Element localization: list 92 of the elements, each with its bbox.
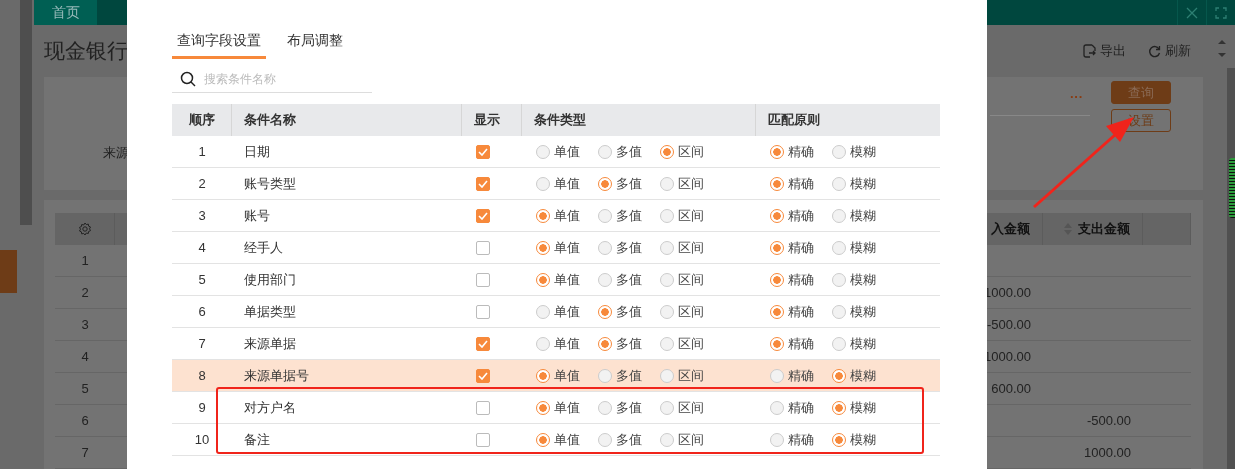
- radio-option[interactable]: 模糊: [832, 238, 894, 257]
- radio-option[interactable]: 多值: [598, 142, 660, 161]
- radio-option[interactable]: 精确: [770, 270, 832, 289]
- sidebar-item-marker: [0, 250, 17, 293]
- column-header: 顺序: [172, 104, 232, 136]
- row-number: 2: [55, 277, 115, 309]
- radio-option[interactable]: 模糊: [832, 366, 894, 385]
- scrollbar[interactable]: [1227, 68, 1235, 469]
- radio-option[interactable]: 模糊: [832, 174, 894, 193]
- close-icon[interactable]: [1186, 6, 1198, 19]
- export-icon: [1083, 44, 1096, 58]
- radio-option[interactable]: 区间: [660, 174, 722, 193]
- checkbox[interactable]: [476, 432, 490, 447]
- radio-option[interactable]: 单值: [536, 398, 598, 417]
- checkbox[interactable]: [476, 336, 490, 351]
- radio-option[interactable]: 区间: [660, 366, 722, 385]
- condition-name: 来源单据号: [232, 360, 462, 392]
- column-header: 显示: [462, 104, 522, 136]
- fullscreen-icon[interactable]: [1215, 6, 1227, 19]
- checkbox[interactable]: [476, 368, 490, 383]
- radio-option[interactable]: 区间: [660, 334, 722, 353]
- radio-option[interactable]: 单值: [536, 302, 598, 321]
- radio-option[interactable]: 区间: [660, 142, 722, 161]
- radio-option[interactable]: 精确: [770, 366, 832, 385]
- column-header: 支出金额: [1078, 220, 1130, 238]
- row-number: 4: [55, 341, 115, 373]
- radio-option[interactable]: 模糊: [832, 430, 894, 449]
- radio-option[interactable]: 多值: [598, 430, 660, 449]
- radio-option[interactable]: 多值: [598, 334, 660, 353]
- radio-option[interactable]: 多值: [598, 302, 660, 321]
- row-number: 1: [55, 245, 115, 277]
- radio-option[interactable]: 单值: [536, 238, 598, 257]
- radio-option[interactable]: 精确: [770, 430, 832, 449]
- radio-option[interactable]: 多值: [598, 174, 660, 193]
- row-number: 5: [55, 373, 115, 405]
- radio-option[interactable]: 区间: [660, 270, 722, 289]
- radio-option[interactable]: 单值: [536, 334, 598, 353]
- radio-option[interactable]: 精确: [770, 334, 832, 353]
- row-number: 7: [55, 437, 115, 469]
- radio-option[interactable]: 多值: [598, 238, 660, 257]
- radio-option[interactable]: 模糊: [832, 302, 894, 321]
- radio-option[interactable]: 模糊: [832, 206, 894, 225]
- refresh-icon: [1148, 44, 1161, 58]
- radio-option[interactable]: 精确: [770, 238, 832, 257]
- column-header: 条件名称: [232, 104, 462, 136]
- radio-option[interactable]: 精确: [770, 302, 832, 321]
- radio-option[interactable]: 单值: [536, 206, 598, 225]
- radio-option[interactable]: 区间: [660, 238, 722, 257]
- radio-option[interactable]: 区间: [660, 206, 722, 225]
- signal-meter-icon: [1229, 158, 1235, 218]
- dialog-tab[interactable]: 布局调整: [282, 28, 348, 59]
- radio-option[interactable]: 区间: [660, 398, 722, 417]
- radio-option[interactable]: 单值: [536, 142, 598, 161]
- column-header: 匹配原则: [756, 104, 940, 136]
- settings-icon[interactable]: [77, 222, 92, 236]
- radio-option[interactable]: 多值: [598, 270, 660, 289]
- radio-option[interactable]: 区间: [660, 430, 722, 449]
- table-cell: -500.00: [1043, 405, 1143, 437]
- radio-option[interactable]: 区间: [660, 302, 722, 321]
- checkbox[interactable]: [476, 240, 490, 255]
- table-cell: 1000.00: [1043, 437, 1143, 469]
- radio-option[interactable]: 多值: [598, 366, 660, 385]
- radio-option[interactable]: 模糊: [832, 270, 894, 289]
- radio-option[interactable]: 单值: [536, 366, 598, 385]
- page-tab[interactable]: 首页: [34, 0, 97, 25]
- scroll-arrows-icon[interactable]: [1217, 40, 1227, 58]
- checkbox[interactable]: [476, 208, 490, 223]
- page-title: 现金银行: [44, 38, 128, 64]
- radio-option[interactable]: 精确: [770, 174, 832, 193]
- radio-option[interactable]: 精确: [770, 206, 832, 225]
- radio-option[interactable]: 单值: [536, 174, 598, 193]
- checkbox[interactable]: [476, 304, 490, 319]
- checkbox[interactable]: [476, 176, 490, 191]
- radio-option[interactable]: 多值: [598, 398, 660, 417]
- row-number: 6: [55, 405, 115, 437]
- order-cell: 8: [172, 360, 232, 392]
- column-header: 入金额: [991, 220, 1030, 238]
- column-header: 条件类型: [522, 104, 756, 136]
- dialog-tab[interactable]: 查询字段设置: [172, 28, 266, 59]
- radio-option[interactable]: 模糊: [832, 334, 894, 353]
- radio-option[interactable]: 单值: [536, 270, 598, 289]
- checkbox[interactable]: [476, 400, 490, 415]
- checkbox[interactable]: [476, 144, 490, 159]
- search-icon: [180, 71, 196, 87]
- radio-option[interactable]: 精确: [770, 142, 832, 161]
- radio-option[interactable]: 精确: [770, 398, 832, 417]
- row-number: 3: [55, 309, 115, 341]
- checkbox[interactable]: [476, 272, 490, 287]
- radio-option[interactable]: 模糊: [832, 142, 894, 161]
- radio-option[interactable]: 多值: [598, 206, 660, 225]
- radio-option[interactable]: 模糊: [832, 398, 894, 417]
- radio-option[interactable]: 单值: [536, 430, 598, 449]
